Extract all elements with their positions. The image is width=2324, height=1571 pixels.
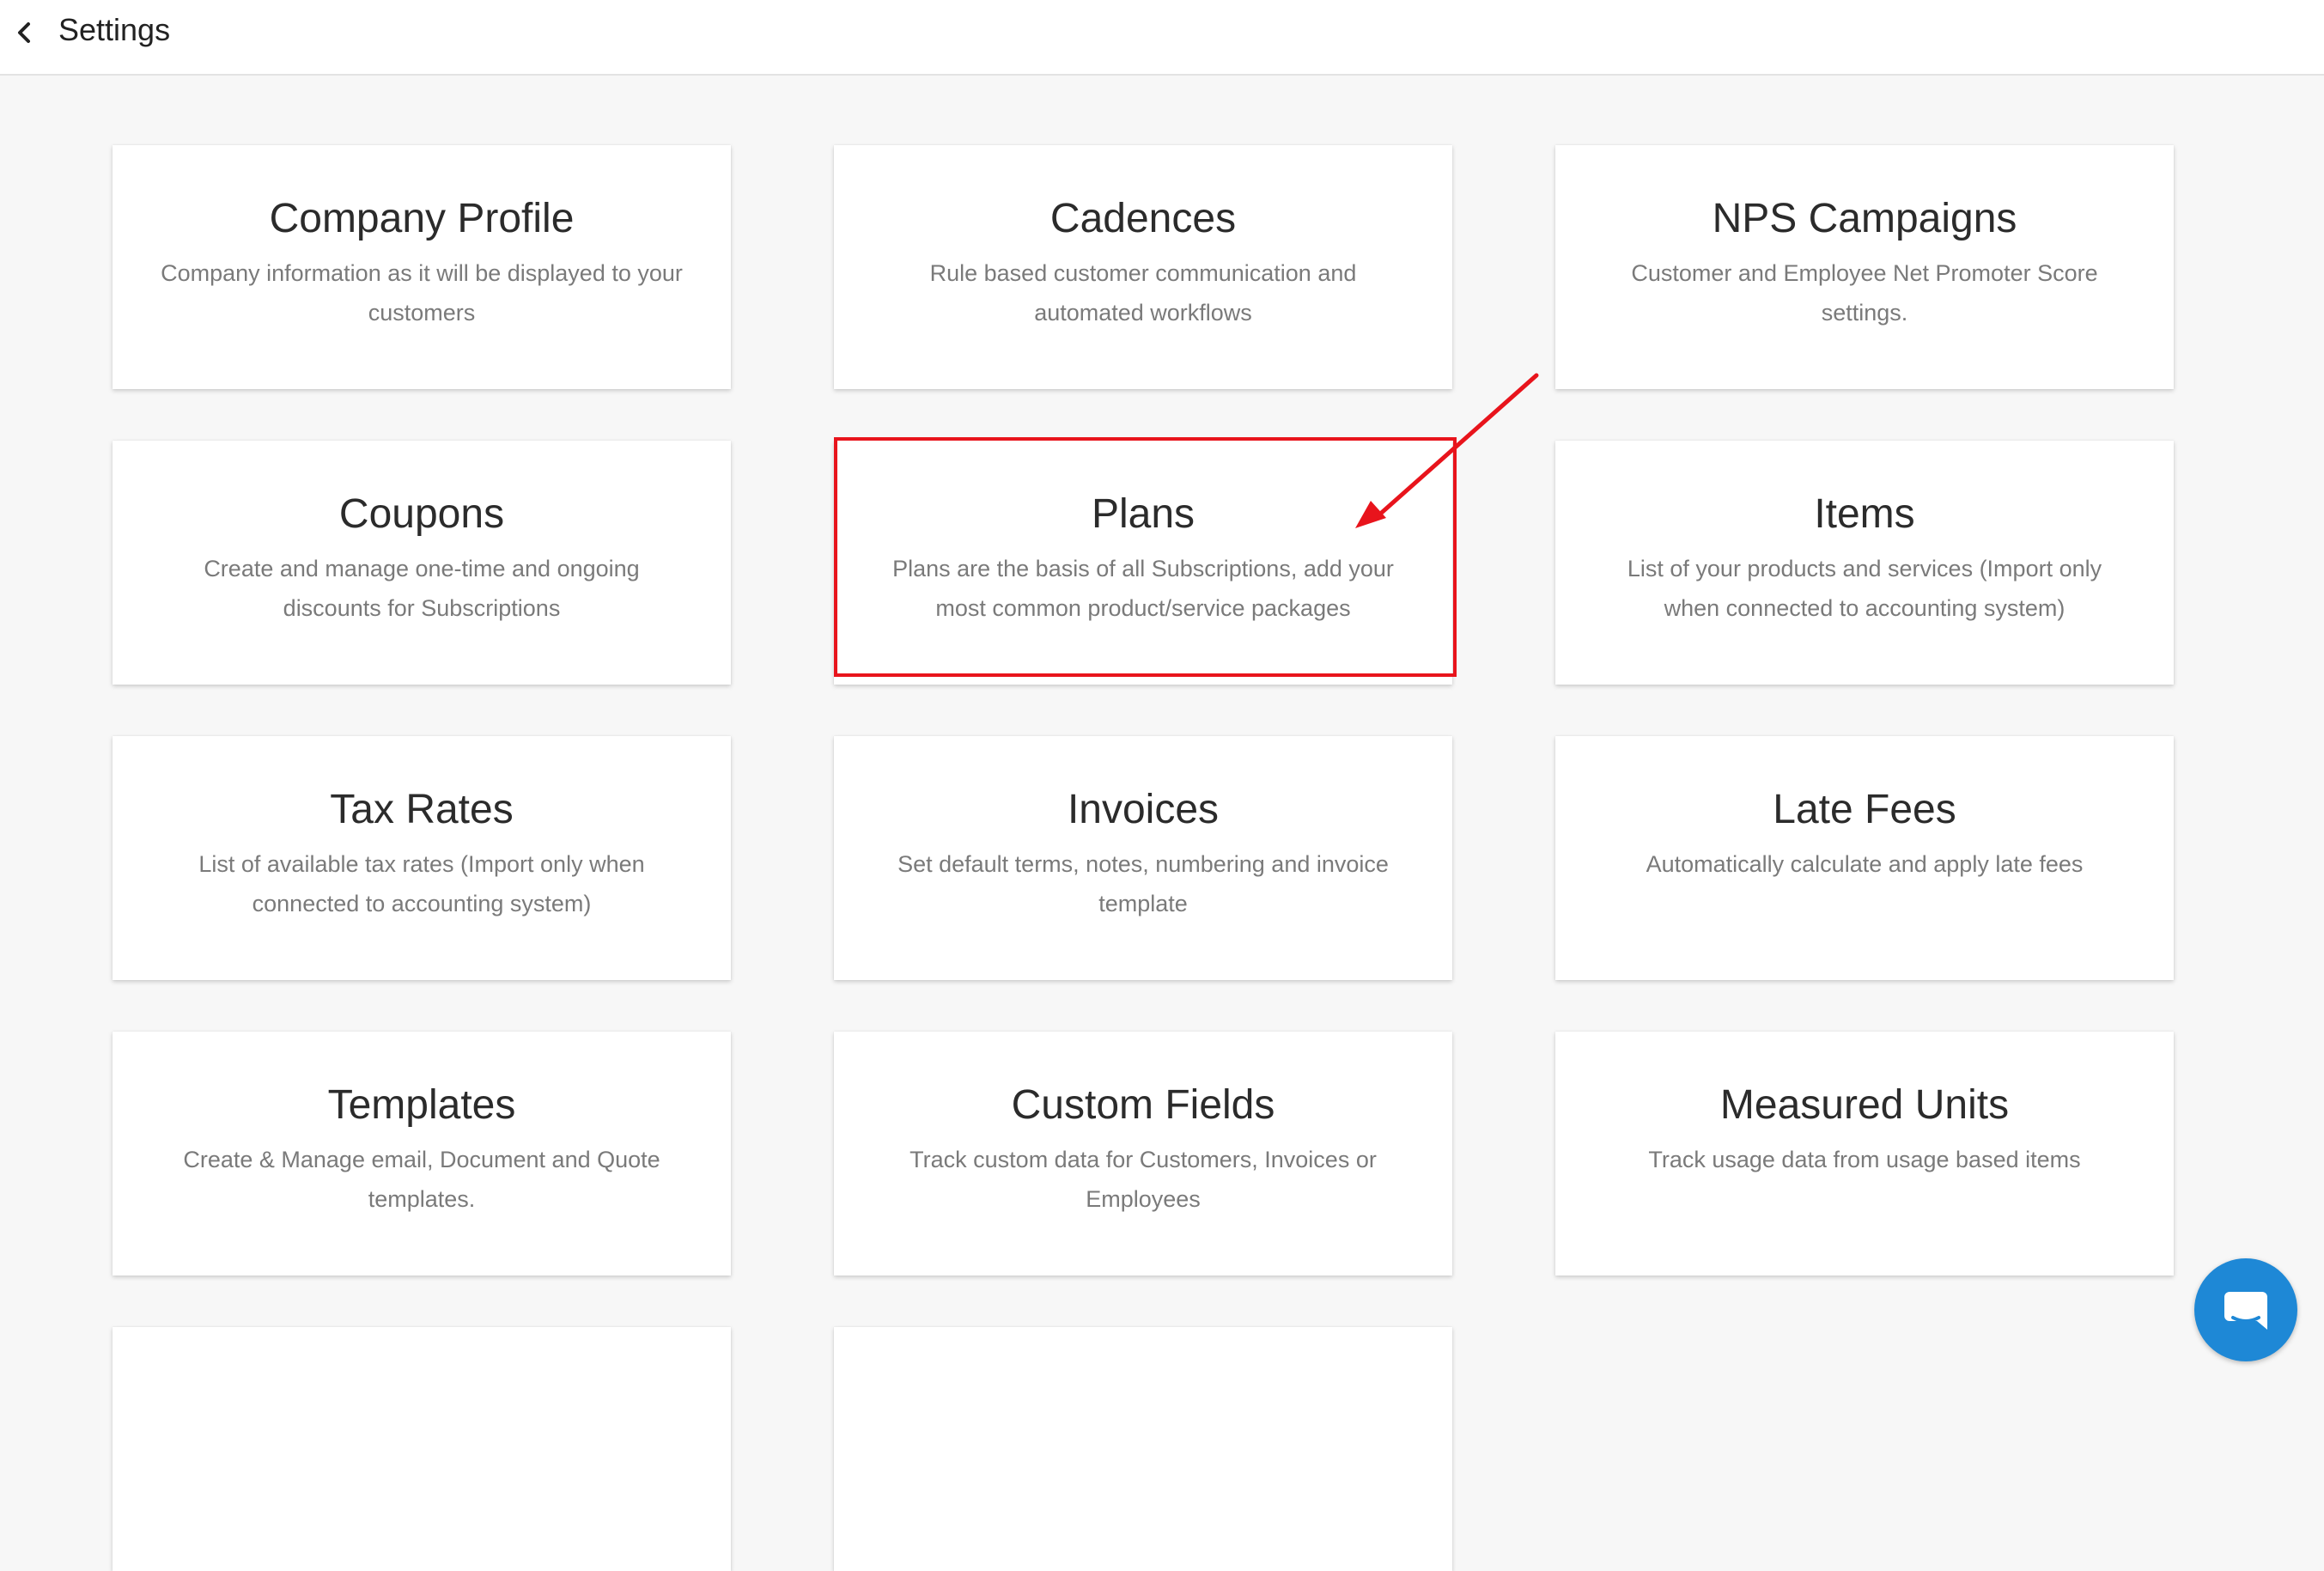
settings-card-partial[interactable]	[113, 1327, 731, 1571]
card-title: Company Profile	[269, 196, 575, 241]
settings-card-coupons[interactable]: Coupons Create and manage one-time and o…	[113, 441, 731, 685]
settings-card-tax-rates[interactable]: Tax Rates List of available tax rates (I…	[113, 736, 731, 980]
card-description: Automatically calculate and apply late f…	[1646, 851, 2084, 877]
settings-card-invoices[interactable]: Invoices Set default terms, notes, numbe…	[834, 736, 1452, 980]
back-button[interactable]	[5, 14, 43, 52]
settings-card-company-profile[interactable]: Company Profile Company information as i…	[113, 145, 731, 389]
chat-button[interactable]	[2194, 1258, 2297, 1361]
card-description: Rule based customer communication and au…	[929, 260, 1357, 326]
card-title: Tax Rates	[330, 787, 514, 832]
card-description: Create & Manage email, Document and Quot…	[183, 1147, 660, 1212]
card-description: List of available tax rates (Import only…	[198, 851, 645, 916]
settings-card-items[interactable]: Items List of your products and services…	[1555, 441, 2174, 685]
settings-card-custom-fields[interactable]: Custom Fields Track custom data for Cust…	[834, 1032, 1452, 1276]
card-description: Track usage data from usage based items	[1648, 1147, 2081, 1172]
settings-card-late-fees[interactable]: Late Fees Automatically calculate and ap…	[1555, 736, 2174, 980]
card-title: Late Fees	[1773, 787, 1956, 832]
card-title: Custom Fields	[1011, 1082, 1275, 1128]
card-title: Measured Units	[1719, 1082, 2010, 1128]
card-title: Cadences	[1049, 196, 1237, 241]
chevron-left-icon	[18, 22, 30, 43]
card-description: Set default terms, notes, numbering and …	[897, 851, 1389, 916]
settings-card-partial[interactable]	[834, 1327, 1452, 1571]
card-description: Customer and Employee Net Promoter Score…	[1631, 260, 2098, 326]
settings-card-nps-campaigns[interactable]: NPS Campaigns Customer and Employee Net …	[1555, 145, 2174, 389]
card-title: Plans	[1091, 491, 1195, 537]
card-description: Plans are the basis of all Subscriptions…	[892, 556, 1394, 621]
card-title: Items	[1814, 491, 1915, 537]
card-title: NPS Campaigns	[1712, 196, 2017, 241]
card-title: Invoices	[1067, 787, 1220, 832]
chat-bubble-icon	[2224, 1292, 2267, 1330]
card-description: Track custom data for Customers, Invoice…	[910, 1147, 1377, 1212]
settings-card-cadences[interactable]: Cadences Rule based customer communicati…	[834, 145, 1452, 389]
card-title: Coupons	[338, 491, 505, 537]
page-title: Settings	[58, 12, 171, 47]
top-bar: Settings	[0, 0, 2324, 76]
card-description: List of your products and services (Impo…	[1627, 556, 2102, 621]
card-description: Company information as it will be displa…	[161, 260, 683, 326]
settings-card-measured-units[interactable]: Measured Units Track usage data from usa…	[1555, 1032, 2174, 1276]
card-description: Create and manage one-time and ongoing d…	[204, 556, 640, 621]
settings-card-plans[interactable]: Plans Plans are the basis of all Subscri…	[834, 441, 1452, 685]
card-title: Templates	[327, 1082, 516, 1128]
settings-card-templates[interactable]: Templates Create & Manage email, Documen…	[113, 1032, 731, 1276]
